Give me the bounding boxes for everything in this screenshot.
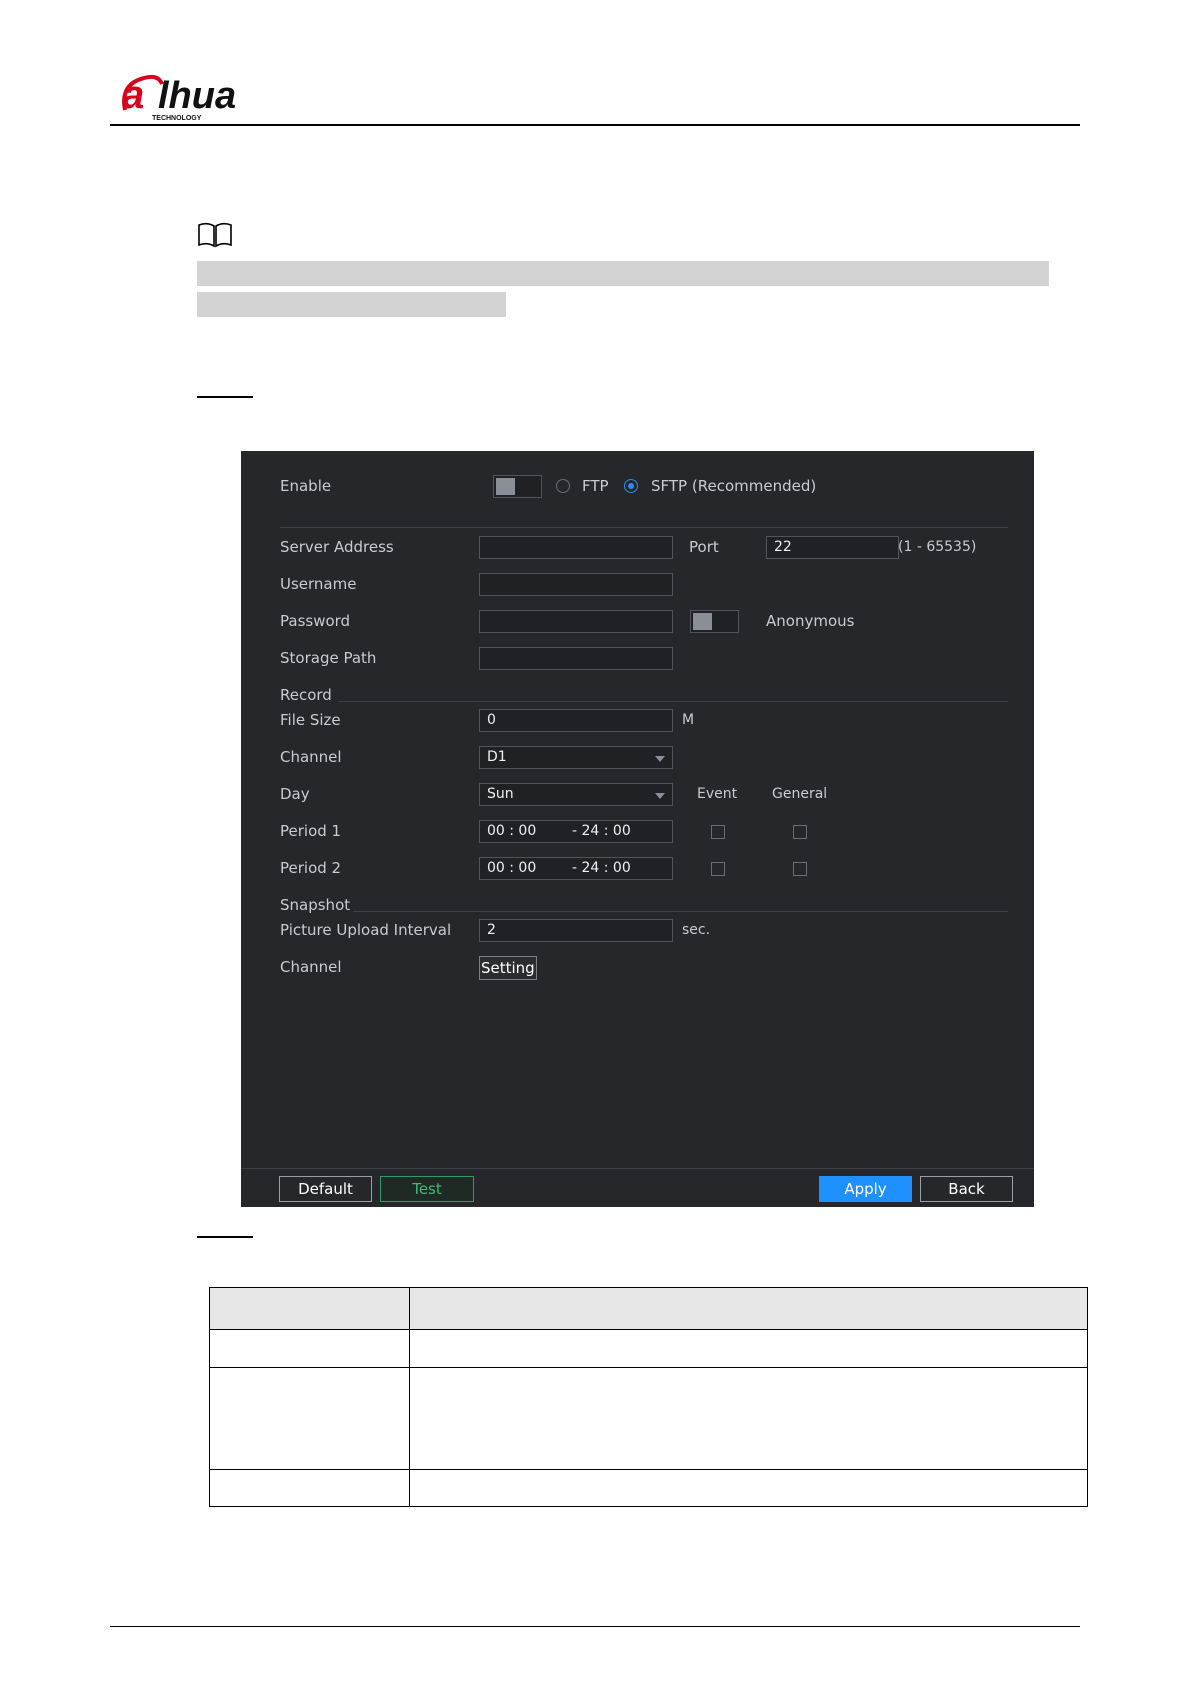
sftp-radio[interactable] xyxy=(624,479,638,493)
table-cell xyxy=(209,1329,410,1368)
header-rule xyxy=(110,124,1080,126)
table-header-cell xyxy=(209,1287,410,1330)
day-select[interactable]: Sun xyxy=(479,783,673,806)
period-2-start[interactable]: 00 : 00 xyxy=(487,860,536,876)
section-divider xyxy=(280,527,1008,528)
channel-select-value: D1 xyxy=(487,749,507,765)
record-divider xyxy=(339,701,1008,702)
general-column-header: General xyxy=(772,786,828,802)
period-2-time-range[interactable]: 00 : 00 - 24 : 00 xyxy=(479,857,673,880)
port-input[interactable]: 22 xyxy=(766,536,899,559)
username-input[interactable] xyxy=(479,573,673,596)
table-cell xyxy=(409,1329,1088,1368)
day-select-value: Sun xyxy=(487,786,514,802)
period-2-general-checkbox[interactable] xyxy=(793,862,807,876)
default-button[interactable]: Default xyxy=(279,1176,372,1202)
period-2-event-checkbox[interactable] xyxy=(711,862,725,876)
table-row xyxy=(209,1367,1088,1470)
snapshot-section-title: Snapshot xyxy=(280,896,351,914)
upload-interval-label: Picture Upload Interval xyxy=(280,921,452,939)
storage-path-label: Storage Path xyxy=(280,649,377,667)
password-label: Password xyxy=(280,612,351,630)
table-row xyxy=(209,1329,1088,1368)
period-2-end[interactable]: - 24 : 00 xyxy=(572,858,631,879)
ftp-radio[interactable] xyxy=(556,479,570,493)
snapshot-channel-label: Channel xyxy=(280,958,342,976)
period-1-start[interactable]: 00 : 00 xyxy=(487,823,536,839)
period-1-end[interactable]: - 24 : 00 xyxy=(572,821,631,842)
table-cell xyxy=(209,1367,410,1470)
brand-logo: a lhua TECHNOLOGY xyxy=(122,70,257,122)
chevron-down-icon xyxy=(655,756,665,762)
upload-interval-unit: sec. xyxy=(682,922,711,938)
period-1-label: Period 1 xyxy=(280,822,342,840)
back-button[interactable]: Back xyxy=(920,1176,1013,1202)
anonymous-toggle[interactable] xyxy=(690,610,739,633)
port-range-hint: (1 - 65535) xyxy=(898,539,977,555)
anonymous-label: Anonymous xyxy=(766,612,855,630)
event-column-header: Event xyxy=(697,786,738,802)
chevron-down-icon xyxy=(655,793,665,799)
period-1-event-checkbox[interactable] xyxy=(711,825,725,839)
file-size-unit: M xyxy=(682,712,695,728)
step-marker-2 xyxy=(197,1236,253,1238)
step-marker-1 xyxy=(197,396,253,398)
test-button[interactable]: Test xyxy=(380,1176,474,1202)
port-label: Port xyxy=(689,538,719,556)
footer-divider xyxy=(241,1168,1034,1169)
server-address-input[interactable] xyxy=(479,536,673,559)
file-size-label: File Size xyxy=(280,711,341,729)
book-note-icon xyxy=(197,221,233,249)
enable-toggle[interactable] xyxy=(493,475,542,498)
server-address-label: Server Address xyxy=(280,538,394,556)
svg-text:TECHNOLOGY: TECHNOLOGY xyxy=(152,115,202,122)
enable-label: Enable xyxy=(280,477,332,495)
table-cell xyxy=(409,1469,1088,1507)
snapshot-divider xyxy=(353,911,1008,912)
upload-interval-input[interactable]: 2 xyxy=(479,919,673,942)
sftp-radio-label[interactable]: SFTP (Recommended) xyxy=(651,477,816,495)
channel-label: Channel xyxy=(280,748,342,766)
svg-text:lhua: lhua xyxy=(158,75,236,117)
redacted-note-line-2 xyxy=(197,292,506,317)
period-1-general-checkbox[interactable] xyxy=(793,825,807,839)
day-label: Day xyxy=(280,785,310,803)
storage-path-input[interactable] xyxy=(479,647,673,670)
footer-rule xyxy=(110,1626,1080,1627)
redacted-note-line-1 xyxy=(197,261,1049,286)
table-cell xyxy=(409,1367,1088,1470)
table-row xyxy=(209,1469,1088,1507)
record-section-title: Record xyxy=(280,686,332,704)
table-cell xyxy=(209,1469,410,1507)
parameter-table xyxy=(209,1287,1088,1507)
apply-button[interactable]: Apply xyxy=(819,1176,912,1202)
period-2-label: Period 2 xyxy=(280,859,342,877)
channel-select[interactable]: D1 xyxy=(479,746,673,769)
table-header-cell xyxy=(409,1287,1088,1330)
file-size-input[interactable]: 0 xyxy=(479,709,673,732)
ftp-settings-dialog: Enable FTP SFTP (Recommended) Server Add… xyxy=(241,451,1034,1207)
period-1-time-range[interactable]: 00 : 00 - 24 : 00 xyxy=(479,820,673,843)
ftp-radio-label[interactable]: FTP xyxy=(582,477,609,495)
table-header-row xyxy=(209,1287,1088,1330)
snapshot-setting-button[interactable]: Setting xyxy=(479,956,537,980)
password-input[interactable] xyxy=(479,610,673,633)
username-label: Username xyxy=(280,575,357,593)
